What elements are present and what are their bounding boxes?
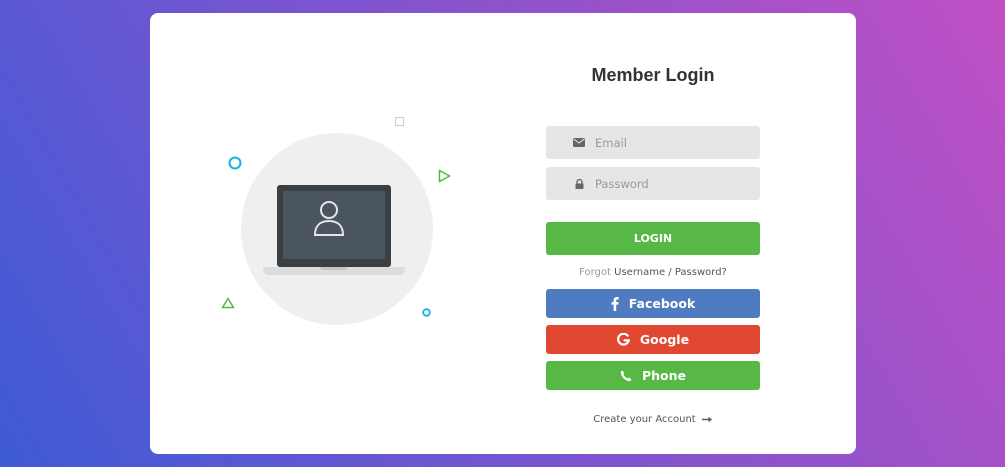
phone-icon bbox=[620, 370, 632, 382]
google-login-button[interactable]: Google bbox=[546, 325, 760, 354]
phone-login-button[interactable]: Phone bbox=[546, 361, 760, 390]
phone-button-label: Phone bbox=[641, 368, 687, 383]
lock-icon bbox=[569, 178, 589, 189]
create-account-label[interactable]: Create your Account bbox=[593, 414, 695, 425]
envelope-icon bbox=[569, 138, 589, 147]
laptop-notch bbox=[320, 267, 348, 270]
email-field[interactable] bbox=[546, 126, 760, 159]
facebook-login-button[interactable]: Facebook bbox=[546, 289, 760, 318]
forgot-credentials-link[interactable]: Username / Password? bbox=[614, 267, 727, 278]
form-title: Member Login bbox=[591, 65, 715, 85]
password-input[interactable] bbox=[595, 176, 745, 191]
login-button[interactable]: LOGIN bbox=[546, 222, 760, 255]
login-card: Member Login LOGIN Forgot bbox=[150, 13, 856, 454]
google-button-label: Google bbox=[639, 332, 690, 347]
small-circle-icon bbox=[422, 308, 431, 317]
forgot-line: Forgot Username / Password? bbox=[546, 267, 760, 278]
laptop-screen bbox=[277, 185, 391, 267]
forgot-prefix: Forgot bbox=[579, 267, 611, 278]
facebook-button-label: Facebook bbox=[628, 296, 696, 311]
login-button-label: LOGIN bbox=[633, 232, 673, 245]
play-triangle-icon bbox=[438, 169, 451, 183]
google-icon bbox=[617, 333, 630, 346]
circle-outline-icon bbox=[228, 156, 242, 170]
login-illustration bbox=[150, 13, 530, 454]
facebook-icon bbox=[611, 296, 619, 311]
email-input[interactable] bbox=[595, 135, 745, 150]
password-field[interactable] bbox=[546, 167, 760, 200]
arrow-right-icon bbox=[701, 416, 713, 423]
triangle-outline-icon bbox=[221, 297, 235, 309]
user-icon bbox=[313, 201, 345, 236]
create-account-link[interactable]: Create your Account bbox=[546, 414, 760, 425]
square-outline-icon bbox=[395, 117, 404, 126]
login-form: Member Login LOGIN Forgot bbox=[546, 13, 760, 454]
